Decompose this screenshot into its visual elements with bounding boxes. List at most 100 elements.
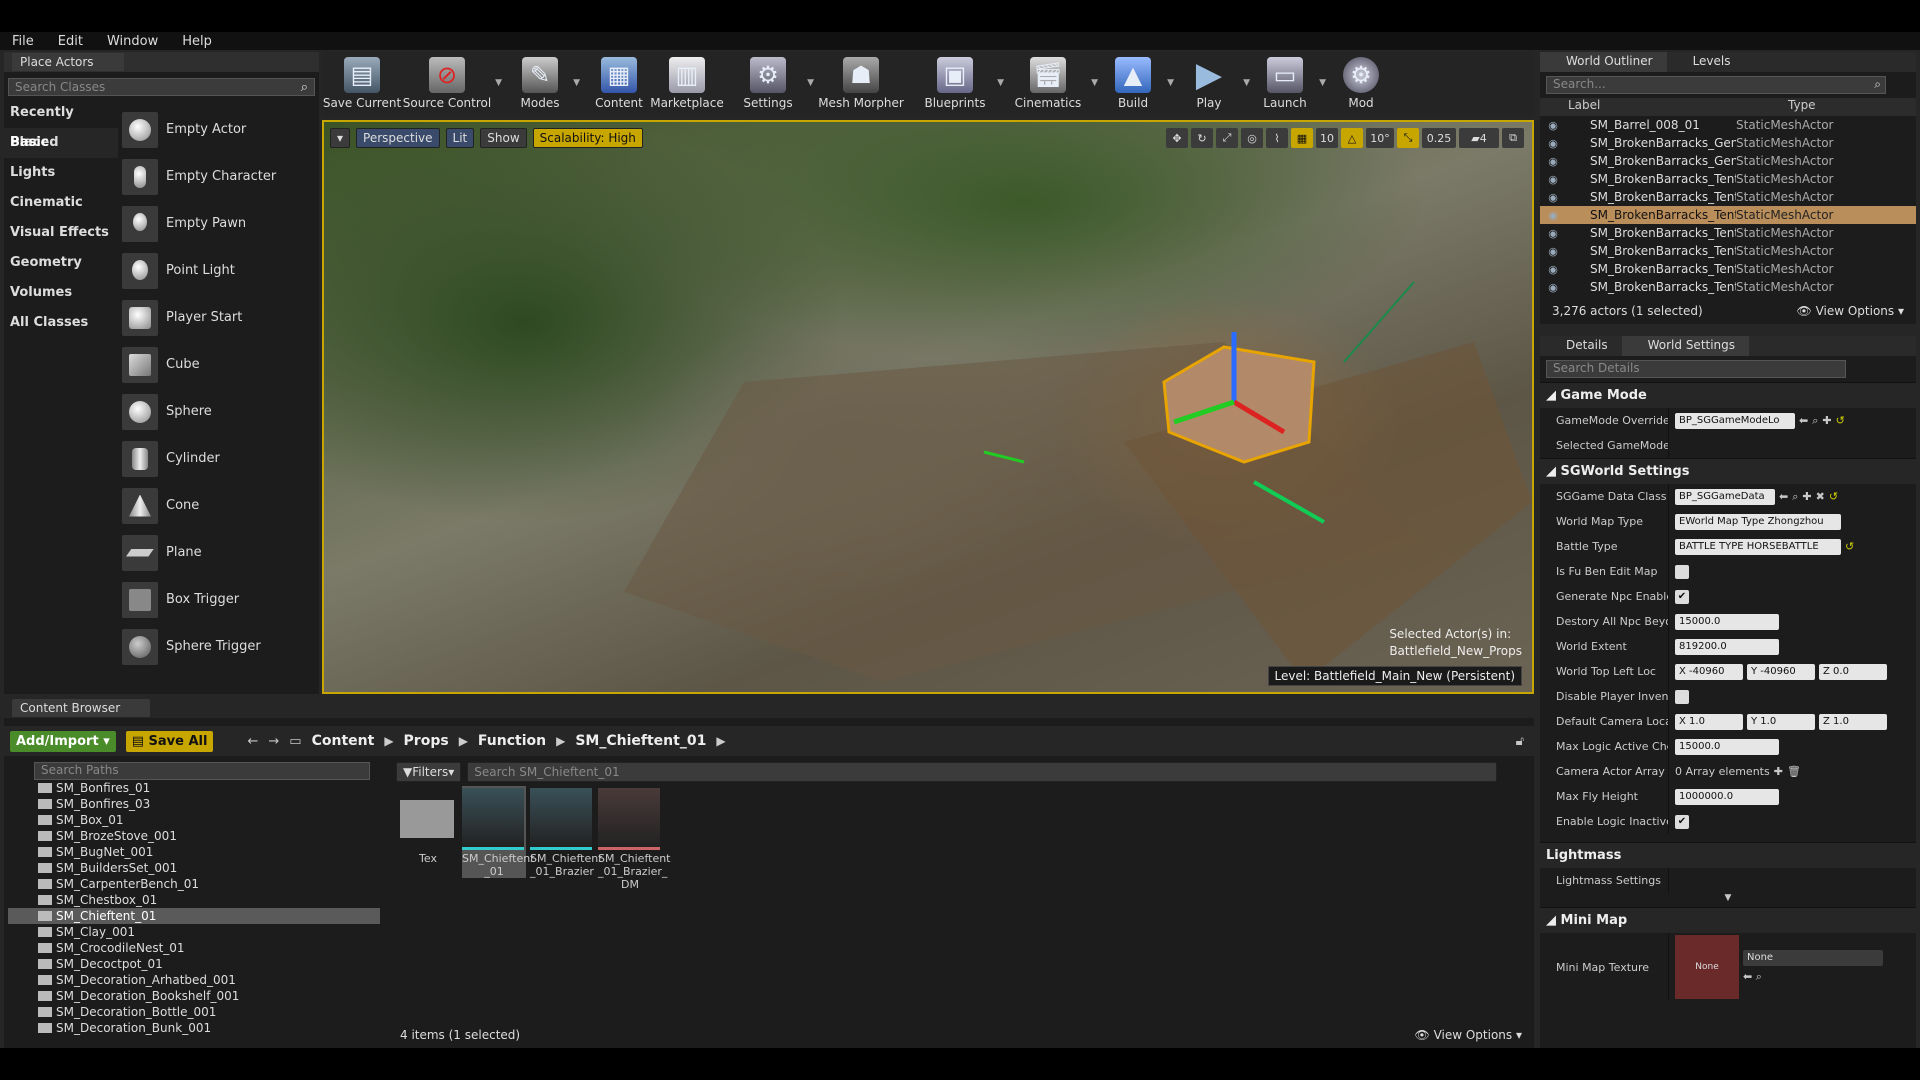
search-paths-input[interactable]: Search Paths xyxy=(34,762,370,780)
tab-levels[interactable]: Levels xyxy=(1667,52,1745,72)
chevron-down-icon[interactable]: ▼ xyxy=(1091,78,1098,88)
tab-world-settings[interactable]: World Settings xyxy=(1621,336,1750,356)
max-fly-height-input[interactable]: 1000000.0 xyxy=(1675,788,1779,805)
tree-folder-item[interactable]: SM_Decoctpot_01 xyxy=(8,956,380,972)
world-map-type-dropdown[interactable]: EWorld Map Type Zhongzhou xyxy=(1675,513,1841,530)
save-current-button[interactable]: ▤ Save Current xyxy=(322,52,402,116)
perspective-button[interactable]: Perspective xyxy=(356,128,440,148)
scale-snap-value[interactable]: 0.25 xyxy=(1422,128,1456,148)
destroy-npc-input[interactable]: 15000.0 xyxy=(1675,613,1779,630)
tree-folder-item[interactable]: SM_BuildersSet_001 xyxy=(8,860,380,876)
chevron-right-icon[interactable]: ▶ xyxy=(384,734,393,748)
tree-folder-item[interactable]: SM_Bonfires_03 xyxy=(8,796,380,812)
category-recently-placed[interactable]: Recently Placed xyxy=(4,98,118,150)
trash-icon[interactable]: 🗑︎ xyxy=(1787,765,1801,778)
expand-advanced-icon[interactable]: ▼ xyxy=(1540,893,1916,907)
breadcrumb-sm-chieftent[interactable]: SM_Chieftent_01 xyxy=(575,733,706,749)
gamemode-override-dropdown[interactable]: BP_SGGameModeLo xyxy=(1675,412,1795,429)
actor-item[interactable]: Sphere xyxy=(122,388,317,435)
show-button[interactable]: Show xyxy=(480,128,527,148)
menu-edit[interactable]: Edit xyxy=(46,34,95,49)
menu-window[interactable]: Window xyxy=(95,34,170,49)
outliner-search-input[interactable]: Search... ⌕ xyxy=(1546,76,1886,94)
enable-logic-checkbox[interactable]: ✔ xyxy=(1675,814,1689,829)
modes-button[interactable]: ✎ Modes ▼ xyxy=(510,52,580,116)
actor-item[interactable]: Box Trigger xyxy=(122,576,317,623)
grid-snap-icon[interactable]: ▦ xyxy=(1291,128,1313,148)
chevron-down-icon[interactable]: ▼ xyxy=(495,78,502,88)
category-lights[interactable]: Lights xyxy=(4,158,118,188)
play-button[interactable]: ▶ Play ▼ xyxy=(1178,52,1250,116)
build-button[interactable]: ▲ Build ▼ xyxy=(1102,52,1174,116)
forward-arrow-icon[interactable]: → xyxy=(268,734,279,749)
browse-icon[interactable]: ⌕ xyxy=(1812,414,1818,428)
prop-lightmass-settings[interactable]: Lightmass Settings xyxy=(1540,868,1916,893)
visibility-eye-icon[interactable]: ◉ xyxy=(1540,173,1566,186)
world-local-icon[interactable]: ◎ xyxy=(1241,128,1263,148)
tab-details[interactable]: Details xyxy=(1540,336,1622,356)
lit-button[interactable]: Lit xyxy=(445,128,475,148)
scalability-badge[interactable]: Scalability: High xyxy=(532,128,643,148)
outliner-row[interactable]: ◉SM_BrokenBarracks_Tent_7StaticMeshActor xyxy=(1540,224,1916,242)
outliner-row[interactable]: ◉SM_BrokenBarracks_Tent_1StaticMeshActor xyxy=(1540,242,1916,260)
outliner-row[interactable]: ◉SM_BrokenBarracks_GeneraStaticMeshActor xyxy=(1540,152,1916,170)
top-left-y-input[interactable]: Y -40960 xyxy=(1747,663,1815,680)
category-cinematic[interactable]: Cinematic xyxy=(4,188,118,218)
breadcrumb-function[interactable]: Function xyxy=(478,733,546,749)
add-import-button[interactable]: Add/Import ▾ xyxy=(10,730,116,752)
actor-item[interactable]: Empty Actor xyxy=(122,106,317,153)
blueprints-button[interactable]: ▣ Blueprints ▼ xyxy=(916,52,1004,116)
tree-folder-item[interactable]: SM_BrozeStove_001 xyxy=(8,828,380,844)
top-left-z-input[interactable]: Z 0.0 xyxy=(1819,663,1887,680)
category-visual-effects[interactable]: Visual Effects xyxy=(4,218,118,248)
menu-file[interactable]: File xyxy=(0,34,46,49)
reset-icon[interactable]: ↺ xyxy=(1829,490,1838,503)
filters-button[interactable]: ▼ Filters ▾ xyxy=(396,762,462,782)
breadcrumb-props[interactable]: Props xyxy=(404,733,449,749)
camera-y-input[interactable]: Y 1.0 xyxy=(1747,713,1815,730)
marketplace-button[interactable]: ▥ Marketplace xyxy=(650,52,724,116)
browse-icon[interactable]: ⌕ xyxy=(1792,490,1798,504)
visibility-eye-icon[interactable]: ◉ xyxy=(1540,209,1566,222)
tree-folder-item[interactable]: SM_CrocodileNest_01 xyxy=(8,940,380,956)
outliner-row[interactable]: ◉SM_BrokenBarracks_Tent_2StaticMeshActor xyxy=(1540,278,1916,296)
scene-render[interactable] xyxy=(324,122,1532,692)
battle-type-dropdown[interactable]: BATTLE TYPE HORSEBATTLE xyxy=(1675,538,1841,555)
asset-search-input[interactable]: Search SM_Chieftent_01 xyxy=(467,762,1498,782)
asset-brazier-dm[interactable]: SM_Chieftent _01_Brazier_ DM xyxy=(598,788,671,891)
outliner-row[interactable]: ◉SM_BrokenBarracks_Tent_4StaticMeshActor xyxy=(1540,170,1916,188)
cinematics-button[interactable]: 🎬︎ Cinematics ▼ xyxy=(1008,52,1098,116)
outliner-row[interactable]: ◉SM_BrokenBarracks_GeneraStaticMeshActor xyxy=(1540,134,1916,152)
tree-folder-item[interactable]: SM_Decoration_Arhatbed_001 xyxy=(8,972,380,988)
launch-button[interactable]: ▭ Launch ▼ xyxy=(1254,52,1326,116)
chevron-down-icon[interactable]: ▼ xyxy=(807,78,814,88)
scale-snap-icon[interactable]: ⤡ xyxy=(1397,128,1419,148)
scale-icon[interactable]: ⤢ xyxy=(1216,128,1238,148)
disable-player-checkbox[interactable] xyxy=(1675,689,1689,704)
level-viewport[interactable]: ▾ Perspective Lit Show Scalability: High… xyxy=(322,120,1534,694)
browse-icon[interactable]: ⌕ xyxy=(1756,970,1762,983)
maximize-icon[interactable]: ⧉ xyxy=(1502,128,1524,148)
actor-item[interactable]: Plane xyxy=(122,529,317,576)
actor-item[interactable]: Point Light xyxy=(122,247,317,294)
visibility-eye-icon[interactable]: ◉ xyxy=(1540,263,1566,276)
max-logic-input[interactable]: 15000.0 xyxy=(1675,738,1779,755)
actor-item[interactable]: Cylinder xyxy=(122,435,317,482)
generate-npc-checkbox[interactable]: ✔ xyxy=(1675,589,1689,604)
clear-icon[interactable]: ✖ xyxy=(1816,490,1825,503)
tree-folder-item[interactable]: SM_Chestbox_01 xyxy=(8,892,380,908)
chevron-down-icon[interactable]: ▼ xyxy=(1319,78,1326,88)
camera-speed[interactable]: ▰ 4 xyxy=(1459,128,1499,148)
chevron-down-icon[interactable]: ▼ xyxy=(997,78,1004,88)
actor-item[interactable]: Cone xyxy=(122,482,317,529)
category-all-classes[interactable]: All Classes xyxy=(4,308,118,338)
camera-z-input[interactable]: Z 1.0 xyxy=(1819,713,1887,730)
category-geometry[interactable]: Geometry xyxy=(4,248,118,278)
chevron-down-icon[interactable]: ▼ xyxy=(573,78,580,88)
tree-folder-item[interactable]: SM_CarpenterBench_01 xyxy=(8,876,380,892)
translate-icon[interactable]: ✥ xyxy=(1166,128,1188,148)
menu-help[interactable]: Help xyxy=(170,34,224,49)
tree-folder-item[interactable]: SM_Clay_001 xyxy=(8,924,380,940)
save-all-button[interactable]: ▤ Save All xyxy=(125,730,214,752)
details-search-input[interactable]: Search Details xyxy=(1546,360,1846,378)
